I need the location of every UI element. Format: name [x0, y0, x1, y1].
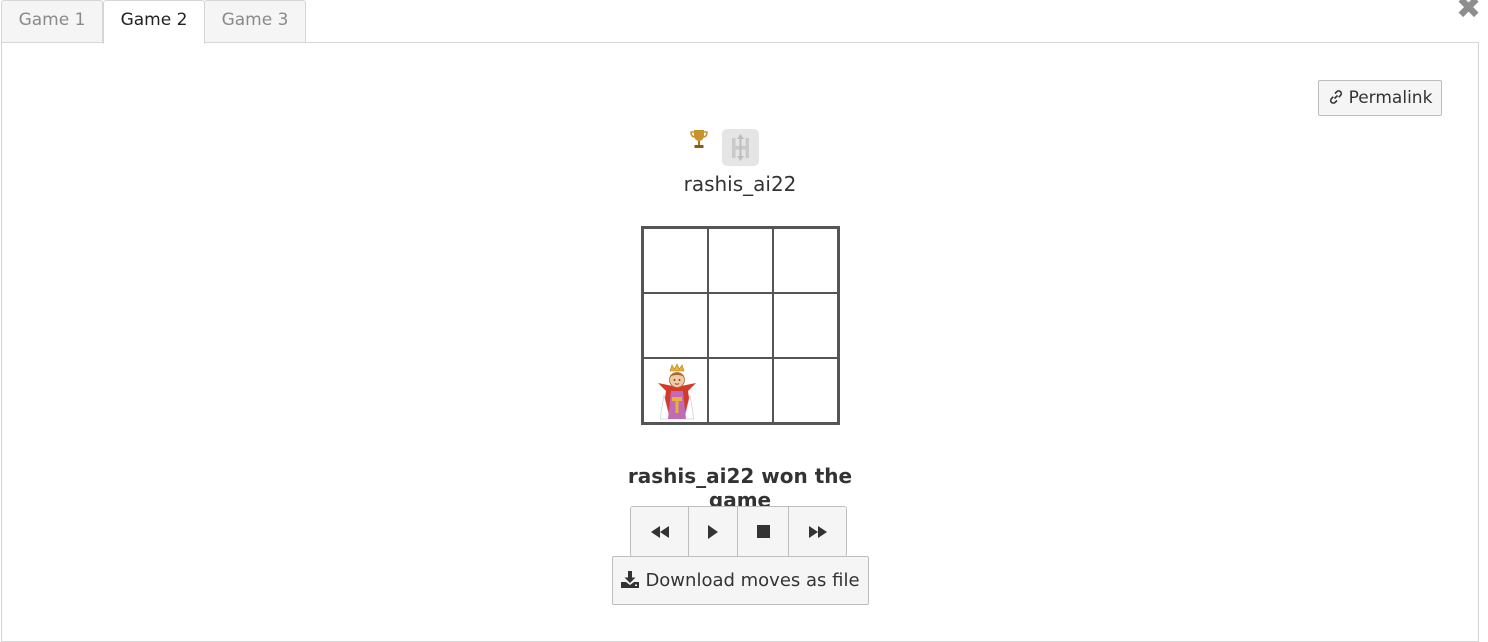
tab-game-1[interactable]: Game 1: [1, 0, 103, 43]
tab-game-2[interactable]: Game 2: [103, 0, 205, 44]
game-result: rashis_ai22 won the game: [627, 464, 853, 512]
board-cell[interactable]: [774, 229, 837, 292]
h-badge-icon: [722, 129, 759, 166]
board-cell[interactable]: [709, 294, 772, 357]
board-cell[interactable]: [644, 294, 707, 357]
replay-controls: [630, 506, 847, 557]
fast-forward-button[interactable]: [789, 507, 846, 556]
rewind-icon: [650, 525, 669, 538]
stop-icon: [756, 525, 770, 538]
board-cell[interactable]: [709, 229, 772, 292]
play-icon: [708, 524, 718, 539]
download-icon: [621, 571, 640, 588]
player-name: rashis_ai22: [683, 172, 797, 196]
queen-piece-icon: [658, 363, 696, 420]
download-label: Download moves as file: [645, 570, 860, 591]
trophy-icon: [690, 130, 708, 148]
fast-forward-icon: [808, 525, 827, 538]
permalink-button[interactable]: Permalink: [1318, 80, 1442, 116]
board-cell[interactable]: [774, 294, 837, 357]
permalink-label: Permalink: [1348, 88, 1433, 108]
tab-game-3[interactable]: Game 3: [204, 0, 306, 43]
game-board: [641, 226, 840, 425]
link-icon: [1329, 90, 1342, 104]
close-icon[interactable]: ✖: [1456, 0, 1481, 24]
board-cell[interactable]: [774, 359, 837, 422]
play-button[interactable]: [689, 507, 738, 556]
board-cell[interactable]: [709, 359, 772, 422]
board-cell[interactable]: [644, 229, 707, 292]
stop-button[interactable]: [738, 507, 789, 556]
board-cell[interactable]: [644, 359, 707, 422]
download-moves-button[interactable]: Download moves as file: [612, 556, 869, 605]
rewind-button[interactable]: [631, 507, 689, 556]
